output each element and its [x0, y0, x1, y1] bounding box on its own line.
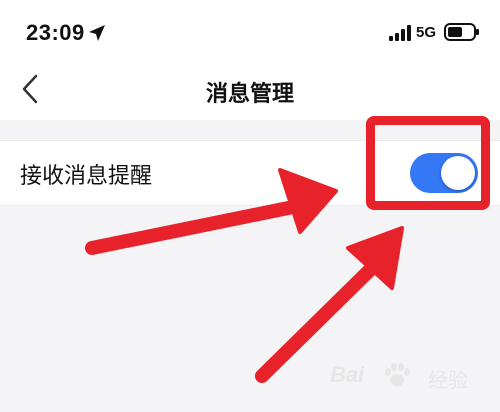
watermark-suffix: 经验: [428, 368, 468, 392]
highlight-box: [366, 116, 490, 210]
battery-icon: [444, 23, 479, 41]
page-title: 消息管理: [205, 82, 294, 107]
status-bar: 23:09 5G: [0, 0, 500, 62]
network-type: 5G: [416, 24, 437, 41]
status-time: 23:09: [26, 20, 85, 45]
settings-row-label: 接收消息提醒: [20, 164, 153, 189]
location-arrow-icon: [89, 25, 105, 41]
arrow-lower: [255, 226, 404, 383]
paw-icon: [385, 363, 410, 386]
signal-bars-icon: [389, 25, 411, 41]
watermark: Bai 经验: [330, 358, 495, 398]
nav-bar: 消息管理: [0, 62, 500, 120]
watermark-brand: Bai: [330, 362, 365, 387]
